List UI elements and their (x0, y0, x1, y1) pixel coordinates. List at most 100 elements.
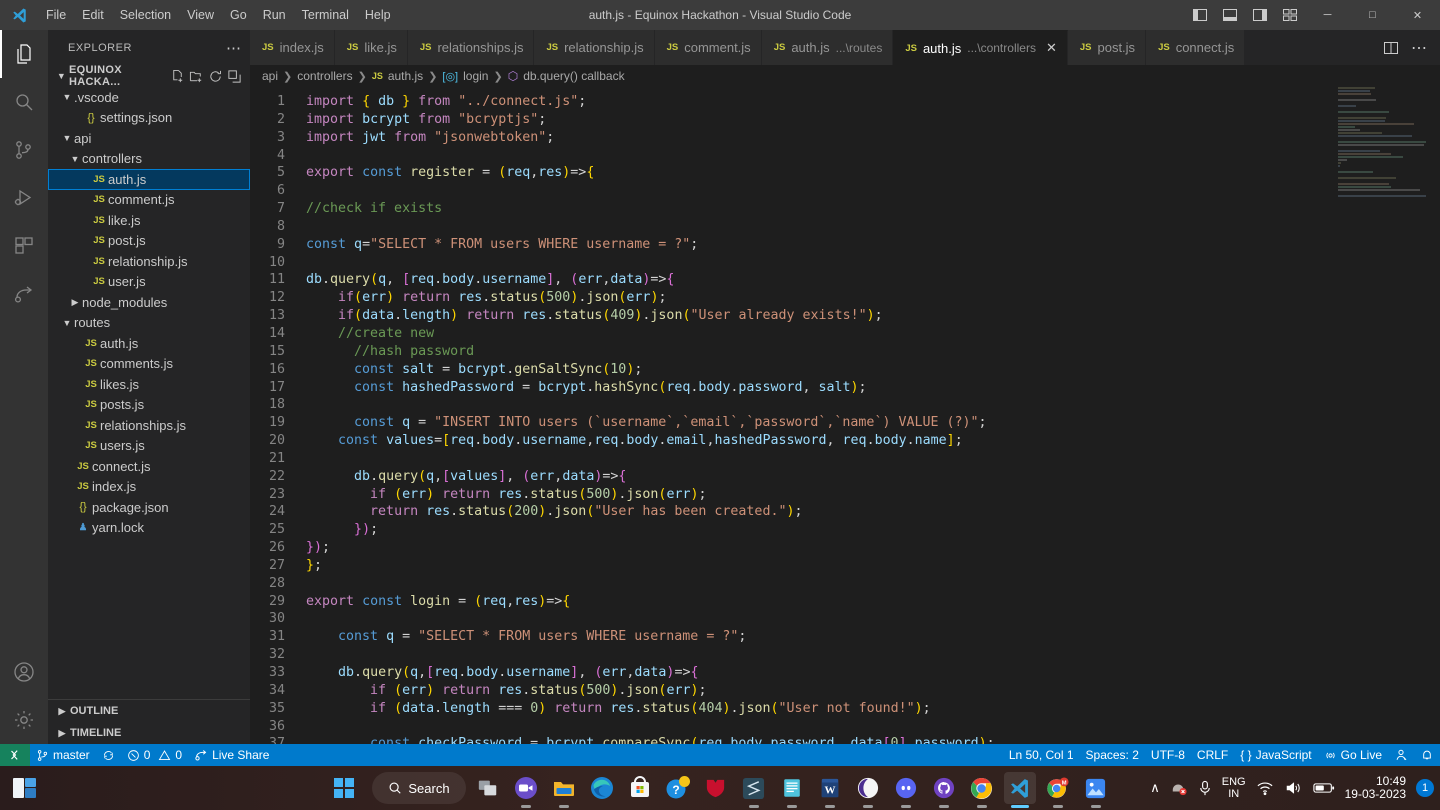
tree-item-relationships-js[interactable]: JS relationships.js (48, 415, 250, 436)
taskbar-discord[interactable] (890, 772, 922, 804)
activity-live-share[interactable] (0, 270, 48, 318)
taskbar-search-button[interactable]: Search (372, 772, 466, 804)
taskbar-help[interactable]: ? (662, 772, 694, 804)
tree-item-auth-js[interactable]: JS auth.js (48, 169, 250, 190)
status-branch[interactable]: master (30, 744, 96, 766)
editor-tab-post-js[interactable]: JS post.js (1067, 30, 1147, 65)
taskbar-mcafee[interactable] (700, 772, 732, 804)
tree-item-likes-js[interactable]: JS likes.js (48, 374, 250, 395)
toggle-panel-icon[interactable] (1215, 0, 1245, 30)
activity-extensions[interactable] (0, 222, 48, 270)
taskbar-sublime-text[interactable] (738, 772, 770, 804)
taskbar-github-desktop[interactable] (928, 772, 960, 804)
tree-item-comment-js[interactable]: JS comment.js (48, 190, 250, 211)
tree-item-post-js[interactable]: JS post.js (48, 231, 250, 252)
editor-tab-relationships-js[interactable]: JS relationships.js (407, 30, 535, 65)
tray-chevron-up-icon[interactable]: ∧ (1150, 780, 1160, 796)
status-indentation[interactable]: Spaces: 2 (1080, 744, 1145, 766)
refresh-icon[interactable] (208, 69, 223, 84)
minimize-button[interactable]: ─ (1305, 0, 1350, 30)
tray-clock[interactable]: 10:49 19-03-2023 (1345, 775, 1406, 801)
activity-source-control[interactable] (0, 126, 48, 174)
taskbar-vs-code[interactable] (1003, 772, 1036, 804)
tree-item-auth-js[interactable]: JS auth.js (48, 333, 250, 354)
wifi-icon[interactable] (1256, 780, 1274, 796)
taskbar-microsoft-store[interactable] (624, 772, 656, 804)
editor-tab-auth-js[interactable]: JS auth.js ...\controllers ✕ (893, 30, 1068, 65)
menu-terminal[interactable]: Terminal (294, 0, 357, 30)
status-eol[interactable]: CRLF (1191, 744, 1234, 766)
status-language-mode[interactable]: { } JavaScript (1234, 744, 1317, 766)
status-live-share[interactable]: Live Share (188, 744, 275, 766)
remote-indicator[interactable] (0, 744, 30, 766)
menu-run[interactable]: Run (255, 0, 294, 30)
taskbar-task-view[interactable] (472, 772, 504, 804)
tree-item-routes[interactable]: ▼ routes (48, 313, 250, 334)
taskbar-file-explorer[interactable] (548, 772, 580, 804)
new-file-icon[interactable] (170, 69, 185, 84)
menu-go[interactable]: Go (222, 0, 255, 30)
taskbar-mongodb-compass[interactable] (852, 772, 884, 804)
activity-search[interactable] (0, 78, 48, 126)
editor-tab-auth-js[interactable]: JS auth.js ...\routes (761, 30, 894, 65)
timeline-panel-header[interactable]: ▶ TIMELINE (48, 722, 250, 744)
code-editor[interactable]: 1 import { db } from "../connect.js"; 2 imp… (250, 87, 1440, 744)
tray-notification-badge[interactable]: 1 (1416, 779, 1434, 797)
breadcrumb-item[interactable]: api (262, 69, 278, 83)
tray-language-indicator[interactable]: ENG IN (1222, 776, 1246, 800)
tree-item-package-json[interactable]: {} package.json (48, 497, 250, 518)
tree-item-settings-json[interactable]: {} settings.json (48, 108, 250, 129)
activity-run-and-debug[interactable] (0, 174, 48, 222)
taskbar-photos[interactable] (1080, 772, 1112, 804)
breadcrumb-item[interactable]: login (463, 69, 488, 83)
windows-start-icon[interactable] (328, 772, 360, 804)
battery-icon[interactable] (1312, 781, 1335, 795)
editor-tab-like-js[interactable]: JS like.js (334, 30, 408, 65)
tree-item-users-js[interactable]: JS users.js (48, 436, 250, 457)
toggle-primary-sidebar-icon[interactable] (1185, 0, 1215, 30)
activity-accounts[interactable] (0, 648, 48, 696)
maximize-button[interactable]: □ (1350, 0, 1395, 30)
status-notifications-bell-icon[interactable] (1414, 744, 1440, 766)
tree-item-controllers[interactable]: ▼ controllers (48, 149, 250, 170)
taskbar-microsoft-edge[interactable] (586, 772, 618, 804)
toggle-secondary-sidebar-icon[interactable] (1245, 0, 1275, 30)
tree-item-node_modules[interactable]: ▶ node_modules (48, 292, 250, 313)
editor-tab-index-js[interactable]: JS index.js (250, 30, 335, 65)
tree-item-index-js[interactable]: JS index.js (48, 477, 250, 498)
split-editor-icon[interactable] (1378, 30, 1404, 65)
file-tree[interactable]: ▼ .vscode {} settings.json ▼ api ▼ controllers… (48, 87, 250, 699)
breadcrumb-item[interactable]: auth.js (388, 69, 423, 83)
taskbar-microsoft-word[interactable]: W (814, 772, 846, 804)
customize-layout-icon[interactable] (1275, 0, 1305, 30)
workspace-root-row[interactable]: ▼ EQUINOX HACKA... (48, 64, 250, 88)
tree-item-posts-js[interactable]: JS posts.js (48, 395, 250, 416)
menu-file[interactable]: File (38, 0, 74, 30)
breadcrumb-item[interactable]: db.query() callback (523, 69, 624, 83)
code-content[interactable]: 1 import { db } from "../connect.js"; 2 imp… (250, 87, 1440, 744)
editor-tab-bar[interactable]: JS index.js JS like.js JS relationships.js JS r… (250, 30, 1440, 65)
tab-close-icon[interactable]: ✕ (1046, 40, 1057, 56)
menu-edit[interactable]: Edit (74, 0, 112, 30)
breadcrumb-item[interactable]: controllers (297, 69, 352, 83)
status-cursor-position[interactable]: Ln 50, Col 1 (1003, 744, 1080, 766)
outline-panel-header[interactable]: ▶ OUTLINE (48, 700, 250, 722)
activity-explorer[interactable] (0, 30, 48, 78)
status-sync[interactable] (96, 744, 121, 766)
menu-view[interactable]: View (179, 0, 222, 30)
tree-item-yarn-lock[interactable]: ♟ yarn.lock (48, 518, 250, 539)
headset-muted-icon[interactable] (1170, 780, 1188, 796)
menu-selection[interactable]: Selection (112, 0, 179, 30)
volume-icon[interactable] (1284, 780, 1303, 796)
taskbar-zoom[interactable] (510, 772, 542, 804)
taskbar-chrome-profile[interactable]: M (1042, 772, 1074, 804)
taskbar-notepad[interactable] (776, 772, 808, 804)
editor-tab-connect-js[interactable]: JS connect.js (1146, 30, 1246, 65)
taskbar-weather-widget[interactable] (10, 775, 40, 801)
tree-item-like-js[interactable]: JS like.js (48, 210, 250, 231)
tree-item-api[interactable]: ▼ api (48, 128, 250, 149)
status-feedback-icon[interactable] (1388, 744, 1414, 766)
tree-item-relationship-js[interactable]: JS relationship.js (48, 251, 250, 272)
tree-item-comments-js[interactable]: JS comments.js (48, 354, 250, 375)
explorer-more-icon[interactable]: ⋯ (226, 39, 242, 57)
